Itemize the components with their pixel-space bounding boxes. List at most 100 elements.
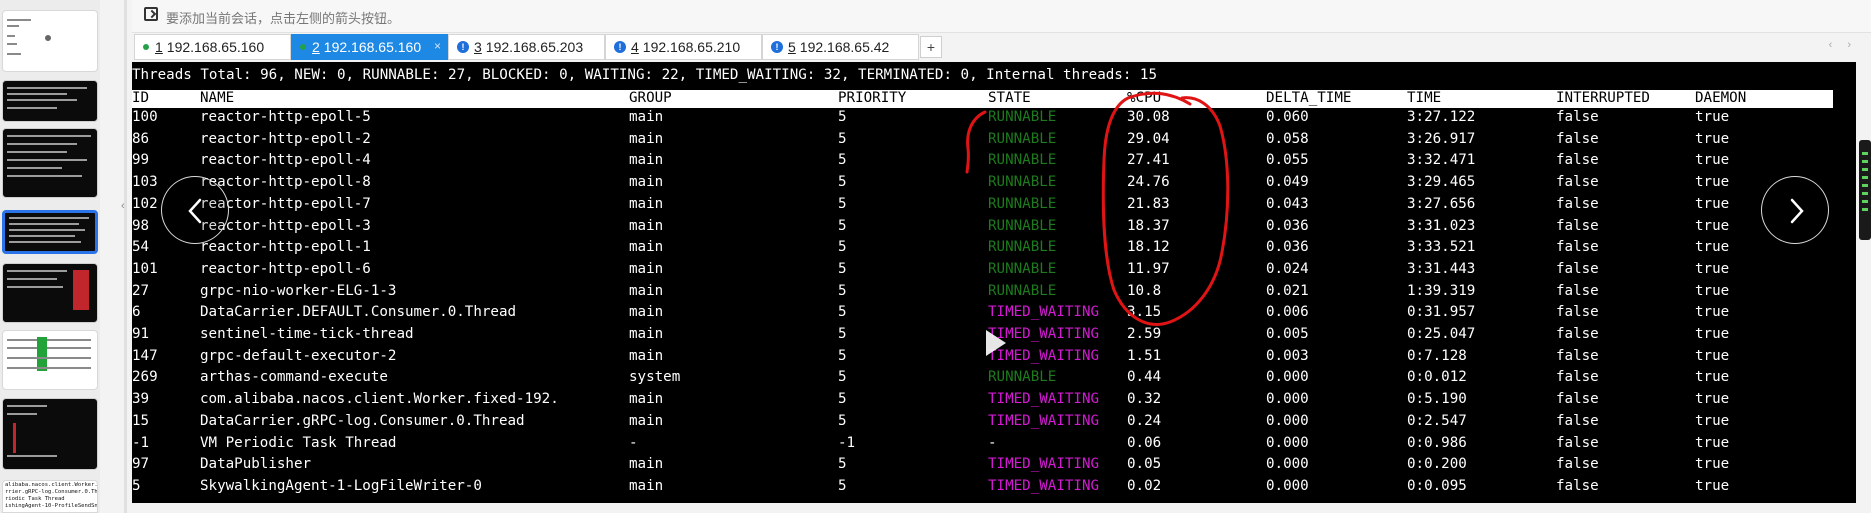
thumbnail-5[interactable]	[2, 263, 98, 323]
thread-delta-time: 0.000	[1266, 391, 1309, 408]
thread-id: 269	[132, 369, 158, 386]
thumbnail-1[interactable]	[2, 10, 98, 72]
thread-group: main	[629, 130, 664, 147]
thread-cpu: 30.08	[1127, 109, 1170, 125]
thread-id: 54	[132, 239, 150, 256]
thread-name: DataPublisher	[200, 456, 312, 473]
thread-name: reactor-http-epoll-5	[200, 109, 371, 125]
thumbnail-2[interactable]	[2, 80, 98, 122]
thumbnail-8-text: alibaba.nacos.client.Worker.fixed- rrier…	[5, 482, 98, 509]
tab-session-5[interactable]: ! 5 192.168.65.42	[762, 34, 919, 60]
thread-group: main	[629, 347, 664, 364]
thread-priority: 5	[838, 195, 847, 212]
thread-priority: -1	[838, 434, 856, 451]
thread-interrupted: false	[1556, 217, 1599, 234]
thread-priority: 5	[838, 456, 847, 473]
thumbnail-3[interactable]	[2, 128, 98, 198]
thread-daemon: true	[1695, 369, 1730, 386]
table-row: 15 DataCarrier.gRPC-log.Consumer.0.Thread…	[132, 413, 1856, 434]
tab-number: 1	[155, 39, 163, 55]
tab-session-4[interactable]: ! 4 192.168.65.210	[605, 34, 762, 60]
previous-slide-button[interactable]	[161, 176, 229, 244]
thumbnail-4-selected[interactable]	[2, 210, 98, 254]
info-icon: !	[614, 41, 626, 54]
thread-state: RUNNABLE	[988, 195, 1057, 212]
thread-interrupted: false	[1556, 456, 1599, 473]
tab-number: 5	[788, 39, 796, 55]
thread-daemon: true	[1695, 477, 1730, 494]
thread-daemon: true	[1695, 456, 1730, 473]
thread-name: sentinel-time-tick-thread	[200, 326, 414, 342]
table-row: 86 reactor-http-epoll-2 main 5 RUNNABLE 29.04…	[132, 131, 1856, 152]
thread-id: 91	[132, 326, 150, 342]
thread-interrupted: false	[1556, 174, 1599, 191]
thread-delta-time: 0.003	[1266, 347, 1309, 364]
thumbnail-7[interactable]	[2, 398, 98, 470]
terminal-output[interactable]: Threads Total: 96, NEW: 0, RUNNABLE: 27,…	[132, 62, 1856, 503]
close-icon[interactable]: ×	[434, 34, 441, 58]
thread-priority: 5	[838, 391, 847, 408]
thread-cpu: 27.41	[1127, 152, 1170, 169]
table-header: ID NAME GROUP PRIORITY STATE %CPU DELTA_…	[132, 90, 1833, 108]
thumbnail-6[interactable]	[2, 330, 98, 390]
right-scrollbar[interactable]	[1859, 140, 1871, 240]
play-icon[interactable]	[986, 330, 1006, 356]
thread-group: main	[629, 239, 664, 256]
thread-state: RUNNABLE	[988, 174, 1057, 191]
thread-cpu: 0.02	[1127, 477, 1162, 494]
connected-dot-icon	[300, 44, 306, 51]
thread-time: 0:31.957	[1407, 304, 1476, 321]
tab-scroll-arrows[interactable]: ‹ ›	[1829, 39, 1857, 51]
tab-session-3[interactable]: ! 3 192.168.65.203	[448, 34, 605, 60]
thread-time: 3:29.465	[1407, 174, 1476, 191]
thread-name: SkywalkingAgent-1-LogFileWriter-0	[200, 477, 482, 494]
thread-priority: 5	[838, 174, 847, 191]
thread-state: TIMED_WAITING	[988, 456, 1100, 473]
thread-daemon: true	[1695, 304, 1730, 321]
tab-label: 192.168.65.42	[799, 39, 890, 55]
thread-state: RUNNABLE	[988, 369, 1057, 386]
thread-id: -1	[132, 434, 150, 451]
thread-state: RUNNABLE	[988, 152, 1057, 169]
thread-name: reactor-http-epoll-4	[200, 152, 371, 169]
column-header-time: TIME	[1407, 90, 1442, 106]
thread-interrupted: false	[1556, 130, 1599, 147]
add-tab-button[interactable]: +	[920, 36, 942, 58]
thread-time: 0:7.128	[1407, 347, 1467, 364]
thread-interrupted: false	[1556, 412, 1599, 429]
bottom-scrollbar[interactable]	[132, 503, 1871, 513]
thread-daemon: true	[1695, 412, 1730, 429]
column-header-id: ID	[132, 90, 150, 106]
tab-session-1[interactable]: 1 192.168.65.160	[134, 34, 291, 60]
tab-label: 192.168.65.160	[166, 39, 265, 55]
plus-box-icon[interactable]	[144, 7, 158, 21]
thread-id: 103	[132, 174, 158, 191]
thread-delta-time: 0.043	[1266, 195, 1309, 212]
tab-session-2[interactable]: 2 192.168.65.160 ×	[291, 34, 448, 60]
thread-time: 3:27.122	[1407, 109, 1476, 125]
thread-id: 15	[132, 412, 150, 429]
next-slide-button[interactable]	[1761, 176, 1829, 244]
thread-time: 3:27.656	[1407, 195, 1476, 212]
thread-name: DataCarrier.gRPC-log.Consumer.0.Thread	[200, 412, 525, 429]
thumbnail-8[interactable]: alibaba.nacos.client.Worker.fixed- rrier…	[2, 480, 98, 513]
thread-cpu: 24.76	[1127, 174, 1170, 191]
thread-cpu: 11.97	[1127, 260, 1170, 277]
thread-interrupted: false	[1556, 304, 1599, 321]
column-header-cpu: %CPU	[1127, 90, 1162, 106]
thread-priority: 5	[838, 239, 847, 256]
table-row: 6 DataCarrier.DEFAULT.Consumer.0.Thread ma…	[132, 304, 1856, 325]
thread-name: reactor-http-epoll-2	[200, 130, 371, 147]
thread-cpu: 0.24	[1127, 412, 1162, 429]
hint-text: 要添加当前会话，点击左侧的箭头按钮。	[166, 11, 401, 26]
thread-name: VM Periodic Task Thread	[200, 434, 397, 451]
thread-delta-time: 0.000	[1266, 369, 1309, 386]
thread-name: DataCarrier.DEFAULT.Consumer.0.Thread	[200, 304, 517, 321]
collapse-arrow-icon[interactable]: ‹	[121, 200, 125, 212]
thread-delta-time: 0.000	[1266, 412, 1309, 429]
thread-state: RUNNABLE	[988, 239, 1057, 256]
table-row: 100 reactor-http-epoll-5 main 5 RUNNABLE 30.0…	[132, 109, 1856, 130]
table-row: 39 com.alibaba.nacos.client.Worker.fixed-…	[132, 391, 1856, 412]
panel-splitter[interactable]	[124, 0, 127, 513]
thread-time: 0:0.200	[1407, 456, 1467, 473]
